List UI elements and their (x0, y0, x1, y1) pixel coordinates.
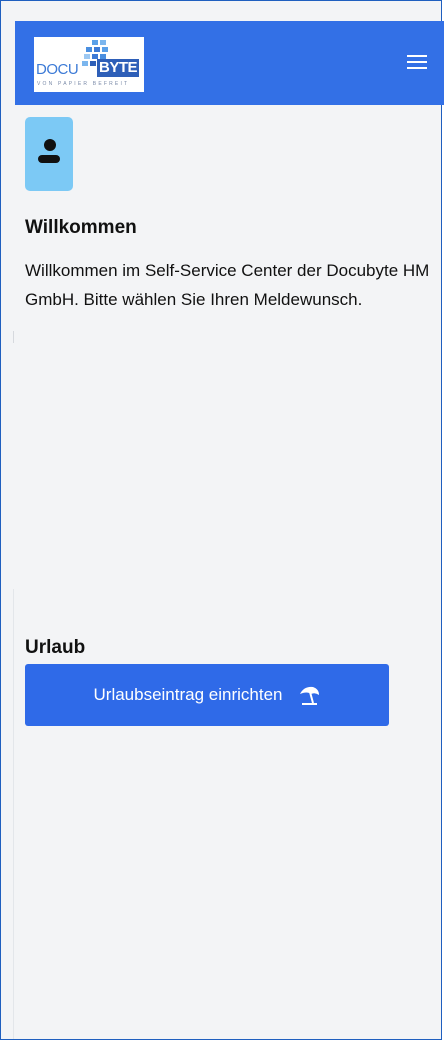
setup-vacation-entry-label: Urlaubseintrag einrichten (93, 685, 283, 704)
logo-tagline: VON PAPIER BEFREIT (37, 81, 130, 87)
logo-text-docu: DOCU (36, 61, 79, 78)
welcome-title: Willkommen (25, 217, 137, 238)
top-navigation-bar: DOCU BYTE VON PAPIER BEFREIT (15, 21, 444, 105)
section-divider (13, 331, 14, 343)
user-avatar (25, 117, 73, 191)
setup-vacation-entry-button[interactable]: Urlaubseintrag einrichten (25, 664, 389, 726)
docubyte-logo[interactable]: DOCU BYTE VON PAPIER BEFREIT (34, 37, 144, 92)
app-frame: DOCU BYTE VON PAPIER BEFREIT Willkommen … (0, 0, 444, 1040)
hamburger-menu-icon[interactable] (405, 51, 429, 73)
menu-line-middle (407, 61, 427, 63)
user-icon-body (38, 155, 60, 163)
menu-line-bottom (407, 67, 427, 69)
menu-line-top (407, 55, 427, 57)
logo-text-byte: BYTE (97, 59, 140, 77)
user-icon-head (44, 139, 56, 151)
section-divider (13, 589, 14, 1039)
beach-umbrella-icon (299, 686, 319, 705)
welcome-description: Willkommen im Self-Service Center der Do… (25, 261, 430, 309)
vacation-section-title: Urlaub (25, 637, 86, 658)
